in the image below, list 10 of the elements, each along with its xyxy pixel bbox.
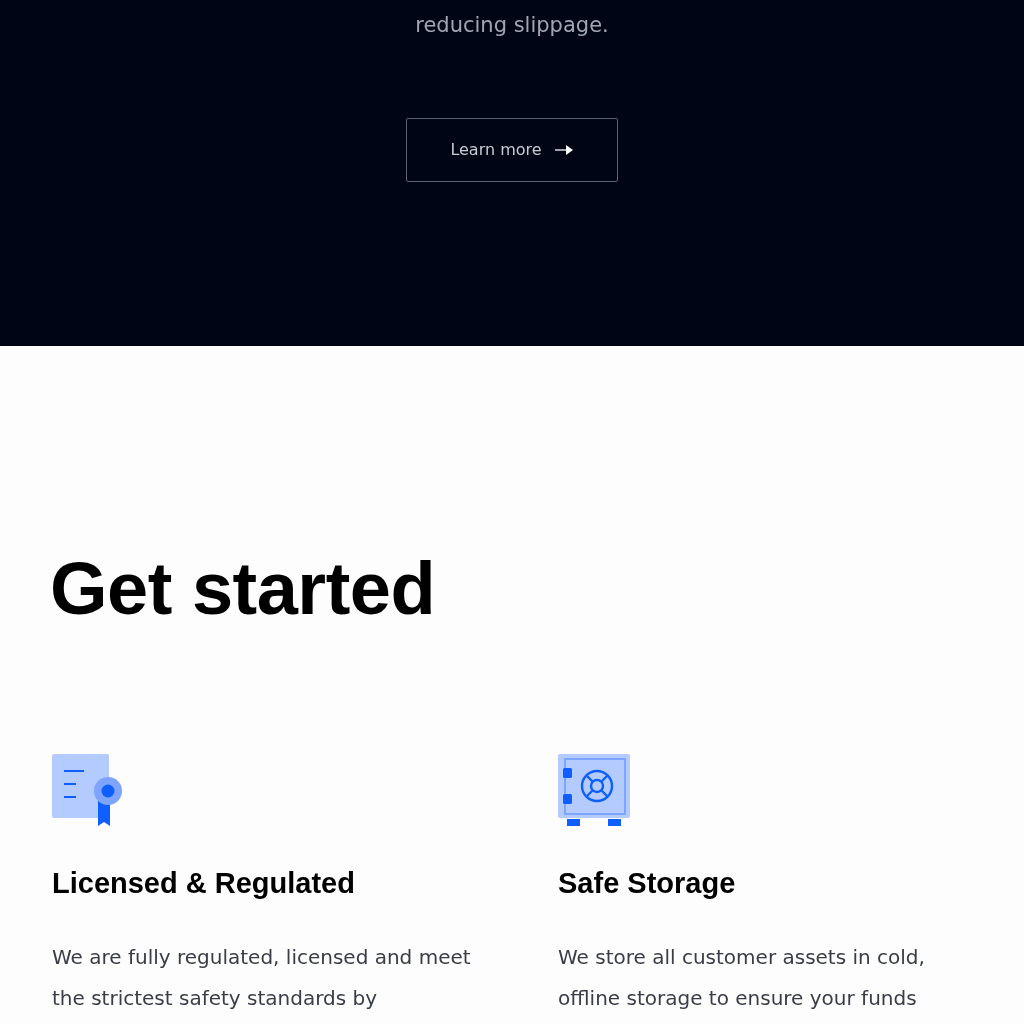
feature-text: We are fully regulated, licensed and meet the strictest safety standards by: [52, 943, 472, 1012]
certificate-icon: [52, 754, 123, 826]
feature-title: Safe Storage: [558, 866, 737, 901]
learn-more-button[interactable]: Learn more: [406, 118, 618, 182]
safe-icon: [558, 754, 630, 826]
feature-title: Licensed & Regulated: [52, 866, 356, 901]
arrow-icon: [553, 144, 574, 156]
section-title: Get started: [50, 552, 437, 626]
feature-text: We store all customer assets in cold, offline storage to ensure your funds: [558, 943, 926, 1012]
hero-text: reducing slippage.: [414, 12, 610, 39]
